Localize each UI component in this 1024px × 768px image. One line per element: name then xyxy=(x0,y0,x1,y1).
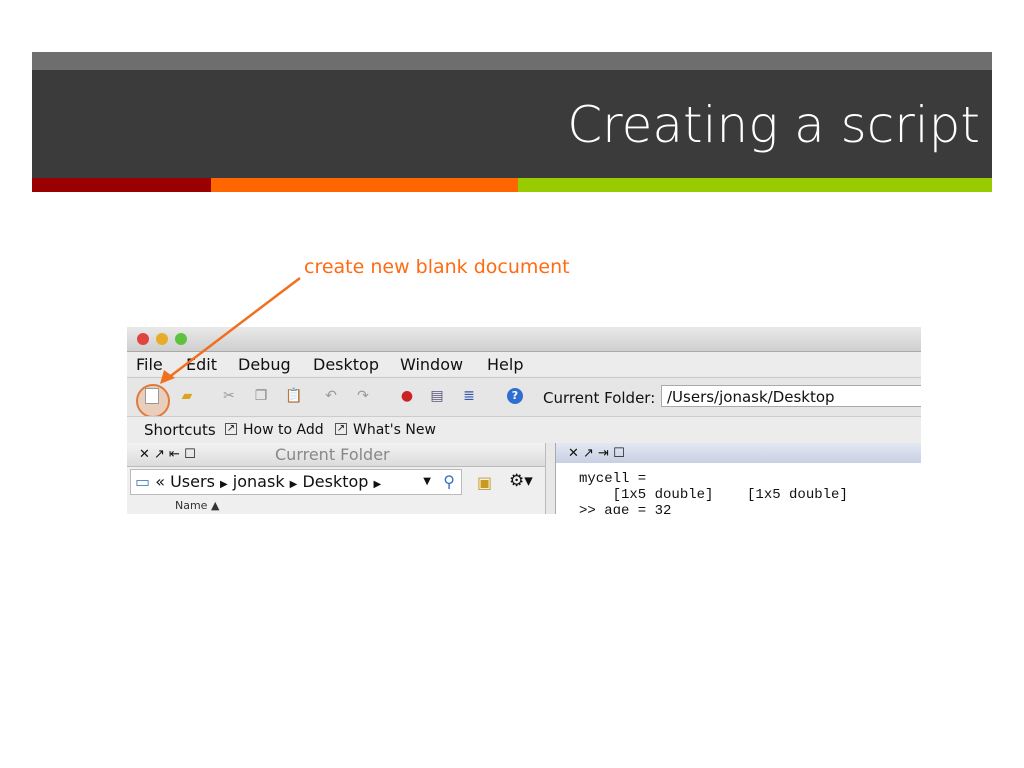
annotation-arrow xyxy=(160,277,301,384)
